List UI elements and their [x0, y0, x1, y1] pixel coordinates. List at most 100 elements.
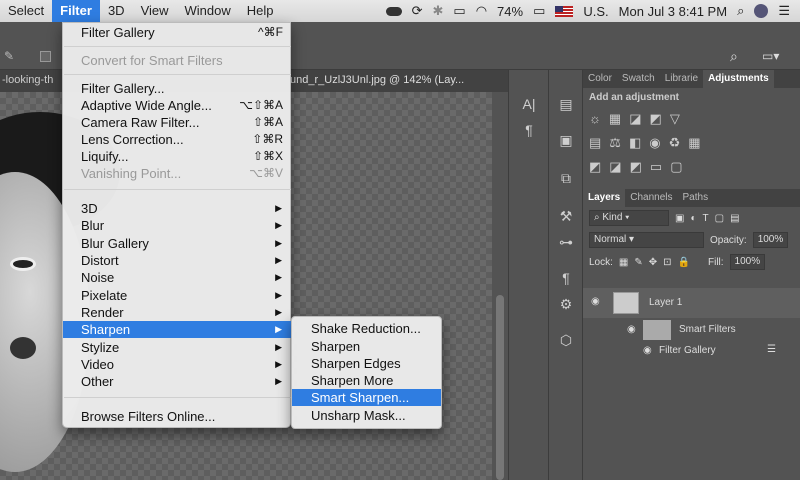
history-icon[interactable]: ▤	[556, 96, 576, 113]
spotlight-search-icon[interactable]: ⌕	[737, 3, 744, 19]
doc-tab-active[interactable]: und_r_UzlJ3Unl.jpg @ 142% (Lay...	[290, 74, 464, 86]
lock-all-icon[interactable]: 🔒	[678, 257, 690, 268]
filter-gallery-row[interactable]: ◉ Filter Gallery ☰	[583, 342, 800, 360]
search-icon[interactable]: ⌕	[730, 48, 738, 65]
vibrance-icon[interactable]: ▽	[670, 111, 680, 127]
battery-percent[interactable]: 74%	[497, 4, 523, 19]
tab-channels[interactable]: Channels	[625, 189, 677, 207]
tab-adjustments[interactable]: Adjustments	[703, 70, 774, 88]
menu-item-other[interactable]: Other ▶	[63, 373, 292, 390]
menu-item-noise[interactable]: Noise ▶	[63, 269, 292, 286]
tab-libraries[interactable]: Librarie	[660, 70, 703, 88]
wifi-icon[interactable]: ◠	[476, 3, 487, 19]
layer-name[interactable]: Layer 1	[649, 297, 682, 308]
paragraph-icon[interactable]: ¶	[519, 122, 539, 138]
airplay-icon[interactable]: ▭	[453, 3, 465, 19]
canvas-scroll-thumb[interactable]	[496, 295, 504, 480]
filter-pixel-icon[interactable]: ▣	[675, 213, 684, 224]
layer-row[interactable]: ◉ Layer 1	[583, 288, 800, 318]
menu-item-browse-online[interactable]: Browse Filters Online...	[63, 408, 292, 425]
menu-item-sharpen[interactable]: Sharpen ▶	[63, 321, 292, 338]
clock[interactable]: Mon Jul 3 8:41 PM	[619, 4, 727, 19]
threshold-icon[interactable]: ◩	[630, 159, 642, 175]
menu-item-filter-gallery[interactable]: Filter Gallery...	[63, 80, 292, 97]
levels-icon[interactable]: ▦	[609, 111, 621, 127]
exposure-icon[interactable]: ◩	[650, 111, 662, 127]
tab-color[interactable]: Color	[583, 70, 617, 88]
properties-icon[interactable]: ⊶	[556, 234, 576, 251]
opacity-field[interactable]: 100%	[752, 232, 789, 248]
hue-saturation-icon[interactable]: ▤	[589, 135, 601, 151]
submenu-item-sharpen[interactable]: Sharpen	[292, 338, 441, 355]
menu-item-stylize[interactable]: Stylize ▶	[63, 339, 292, 356]
lock-artboard-icon[interactable]: ⊡	[663, 257, 671, 268]
menu-item-video[interactable]: Video ▶	[63, 356, 292, 373]
menu-view[interactable]: View	[133, 0, 177, 22]
menu-help[interactable]: Help	[239, 0, 282, 22]
menu-item-distort[interactable]: Distort ▶	[63, 252, 292, 269]
workspace-icon[interactable]: ▭▾	[762, 49, 779, 63]
navigator-icon[interactable]: ¶	[556, 270, 576, 286]
smart-filters-eye-icon[interactable]: ◉	[627, 324, 636, 335]
lock-move-icon[interactable]: ✥	[649, 257, 657, 268]
creative-cloud-icon[interactable]	[385, 6, 402, 16]
menu-item-3d[interactable]: 3D ▶	[63, 200, 292, 217]
smart-filters-row[interactable]: ◉ Smart Filters	[583, 318, 800, 342]
option-checkbox[interactable]	[40, 51, 51, 62]
submenu-item-sharpen-more[interactable]: Sharpen More	[292, 372, 441, 389]
menu-item-blur[interactable]: Blur ▶	[63, 217, 292, 234]
gradient-map-icon[interactable]: ▭	[650, 159, 662, 175]
lock-pixels-icon[interactable]: ▦	[619, 257, 628, 268]
menu-item-camera-raw[interactable]: Camera Raw Filter... ⇧⌘A	[63, 114, 292, 131]
menu-item-liquify[interactable]: Liquify... ⇧⌘X	[63, 148, 292, 165]
bluetooth-icon[interactable]: ✱	[433, 3, 444, 19]
black-white-icon[interactable]: ◧	[629, 135, 641, 151]
menu-select[interactable]: Select	[0, 0, 52, 22]
input-source[interactable]: U.S.	[583, 4, 608, 19]
tool-presets-icon[interactable]: ⚒	[556, 208, 576, 225]
tab-paths[interactable]: Paths	[678, 189, 714, 207]
blend-mode-select[interactable]: Normal ▾	[589, 232, 704, 248]
sync-icon[interactable]: ⟳	[412, 3, 423, 19]
notification-center-icon[interactable]: ☰	[778, 3, 790, 19]
menu-item-lens-correction[interactable]: Lens Correction... ⇧⌘R	[63, 131, 292, 148]
menu-item-adaptive-wide-angle[interactable]: Adaptive Wide Angle... ⌥⇧⌘A	[63, 97, 292, 114]
brush-presets-icon[interactable]: ▣	[556, 132, 576, 149]
color-lookup-icon[interactable]: ▦	[688, 135, 700, 151]
tab-layers[interactable]: Layers	[583, 189, 626, 207]
filter-options-icon[interactable]: ☰	[767, 344, 776, 355]
menu-item-blur-gallery[interactable]: Blur Gallery ▶	[63, 235, 292, 252]
menu-item-filter-gallery-last[interactable]: Filter Gallery ^⌘F	[63, 24, 292, 41]
filter-smart-icon[interactable]: ▤	[730, 213, 739, 224]
submenu-item-unsharp-mask[interactable]: Unsharp Mask...	[292, 407, 441, 424]
filter-eye-icon[interactable]: ◉	[643, 345, 652, 356]
filter-shape-icon[interactable]: ▢	[715, 213, 724, 224]
filter-type-icon[interactable]: T	[703, 213, 709, 224]
tool-preset-icon[interactable]: ✎	[4, 49, 14, 63]
clone-source-icon[interactable]: ⧉	[556, 170, 576, 187]
lock-paint-icon[interactable]: ✎	[634, 257, 642, 268]
selective-color-icon[interactable]: ▢	[670, 159, 682, 175]
photo-filter-icon[interactable]: ◉	[649, 135, 660, 151]
character-icon[interactable]: A|	[519, 96, 539, 112]
submenu-item-sharpen-edges[interactable]: Sharpen Edges	[292, 355, 441, 372]
3d-icon[interactable]: ⬡	[556, 332, 576, 349]
doc-tab-left[interactable]: -looking-th	[2, 74, 53, 86]
battery-icon[interactable]: ▭	[533, 3, 545, 19]
actions-icon[interactable]: ⚙	[556, 296, 576, 313]
submenu-item-shake-reduction[interactable]: Shake Reduction...	[292, 320, 441, 337]
posterize-icon[interactable]: ◪	[609, 159, 621, 175]
menu-item-render[interactable]: Render ▶	[63, 304, 292, 321]
flag-us-icon[interactable]	[555, 5, 574, 17]
menu-filter[interactable]: Filter	[52, 0, 100, 22]
brightness-icon[interactable]: ☼	[589, 111, 601, 127]
fill-field[interactable]: 100%	[729, 254, 766, 270]
tab-swatches[interactable]: Swatch	[617, 70, 660, 88]
invert-icon[interactable]: ◩	[589, 159, 601, 175]
menu-3d[interactable]: 3D	[100, 0, 133, 22]
kind-filter[interactable]: ⌕ Kind ▾	[589, 210, 669, 226]
filter-adjust-icon[interactable]: ◐	[690, 213, 696, 224]
submenu-item-smart-sharpen[interactable]: Smart Sharpen...	[292, 389, 441, 406]
channel-mixer-icon[interactable]: ♻	[669, 135, 681, 151]
menu-item-pixelate[interactable]: Pixelate ▶	[63, 287, 292, 304]
